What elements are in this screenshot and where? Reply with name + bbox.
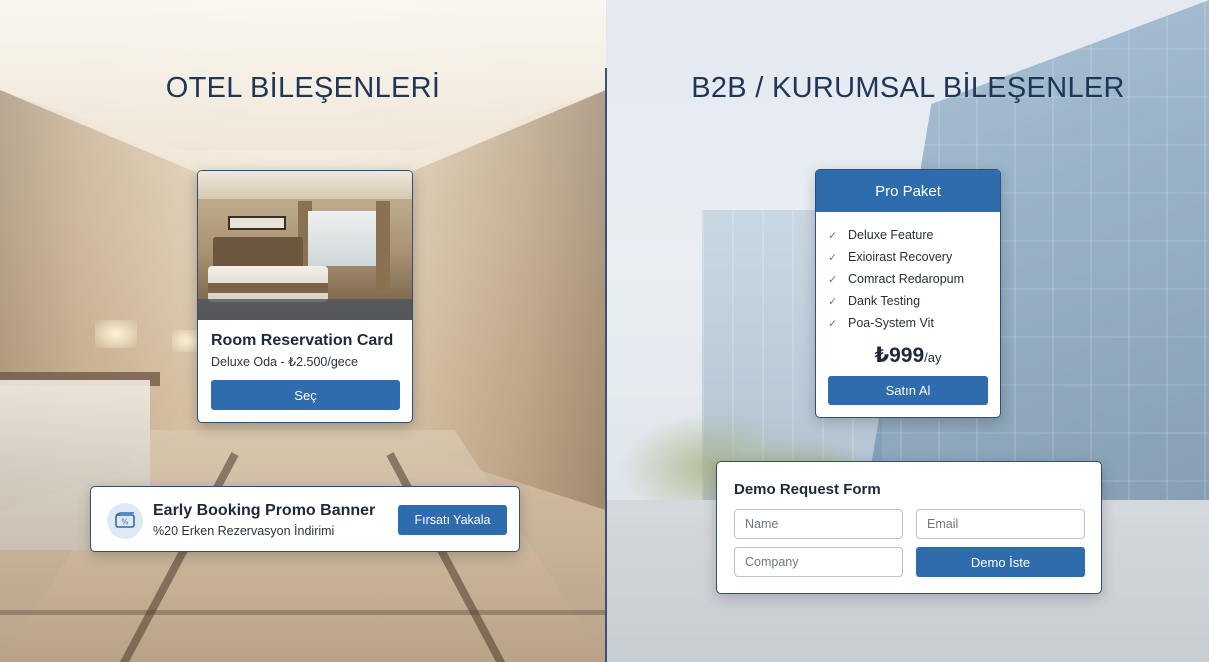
feature-label: Exioirast Recovery [848, 250, 953, 264]
feature-item: ✓ Dank Testing [828, 290, 1000, 312]
demo-form-title: Demo Request Form [734, 481, 881, 498]
pro-package-pricing-card: Pro Paket ✓ Deluxe Feature ✓ Exioirast Rec… [815, 169, 1001, 418]
feature-item: ✓ Comract Redaropum [828, 268, 1000, 290]
room-card-price: Deluxe Oda - ₺2.500/gece [211, 355, 358, 369]
checkmark-icon: ✓ [828, 273, 838, 286]
checkmark-icon: ✓ [828, 295, 838, 308]
room-reservation-card: Room Reservation Card Deluxe Oda - ₺2.50… [197, 170, 413, 423]
company-field[interactable] [734, 547, 903, 577]
request-demo-button[interactable]: Demo İste [916, 547, 1085, 577]
checkmark-icon: ✓ [828, 229, 838, 242]
price-amount: ₺999 [874, 344, 925, 367]
name-field[interactable] [734, 509, 903, 539]
feature-label: Comract Redaropum [848, 272, 965, 286]
grab-offer-button[interactable]: Fırsatı Yakala [398, 505, 507, 535]
price-display: ₺999/ay [816, 343, 1000, 368]
hotel-section-title: OTEL BİLEŞENLERİ [165, 72, 441, 104]
feature-label: Deluxe Feature [848, 228, 934, 242]
demo-request-form: Demo Request Form Demo İste [716, 461, 1102, 594]
feature-item: ✓ Poa-System Vit [828, 312, 1000, 334]
showcase-canvas: OTEL BİLEŞENLERİ B2B / KURUMSAL BİLEŞENL… [0, 0, 1209, 662]
promo-banner-subtitle: %20 Erken Rezervasyon İndirimi [153, 524, 335, 538]
discount-ticket-icon: % [107, 503, 143, 539]
feature-label: Dank Testing [848, 294, 921, 308]
price-unit: /ay [924, 350, 942, 365]
room-card-title: Room Reservation Card [211, 332, 394, 349]
promo-banner-title: Early Booking Promo Banner [153, 502, 376, 519]
checkmark-icon: ✓ [828, 251, 838, 264]
feature-item: ✓ Deluxe Feature [828, 224, 1000, 246]
early-booking-promo-banner: % Early Booking Promo Banner %20 Erken R… [90, 486, 520, 552]
section-divider [605, 68, 607, 662]
feature-label: Poa-System Vit [848, 316, 934, 330]
b2b-section-title: B2B / KURUMSAL BİLEŞENLER [691, 72, 1125, 104]
email-field[interactable] [916, 509, 1085, 539]
checkmark-icon: ✓ [828, 317, 838, 330]
pricing-card-header: Pro Paket [816, 170, 1000, 212]
feature-list: ✓ Deluxe Feature ✓ Exioirast Recovery ✓ Com… [816, 212, 1000, 334]
buy-button[interactable]: Satın Al [828, 376, 988, 405]
select-room-button[interactable]: Seç [211, 380, 400, 410]
svg-text:%: % [121, 518, 128, 527]
feature-item: ✓ Exioirast Recovery [828, 246, 1000, 268]
hotel-room-photo [198, 171, 412, 320]
